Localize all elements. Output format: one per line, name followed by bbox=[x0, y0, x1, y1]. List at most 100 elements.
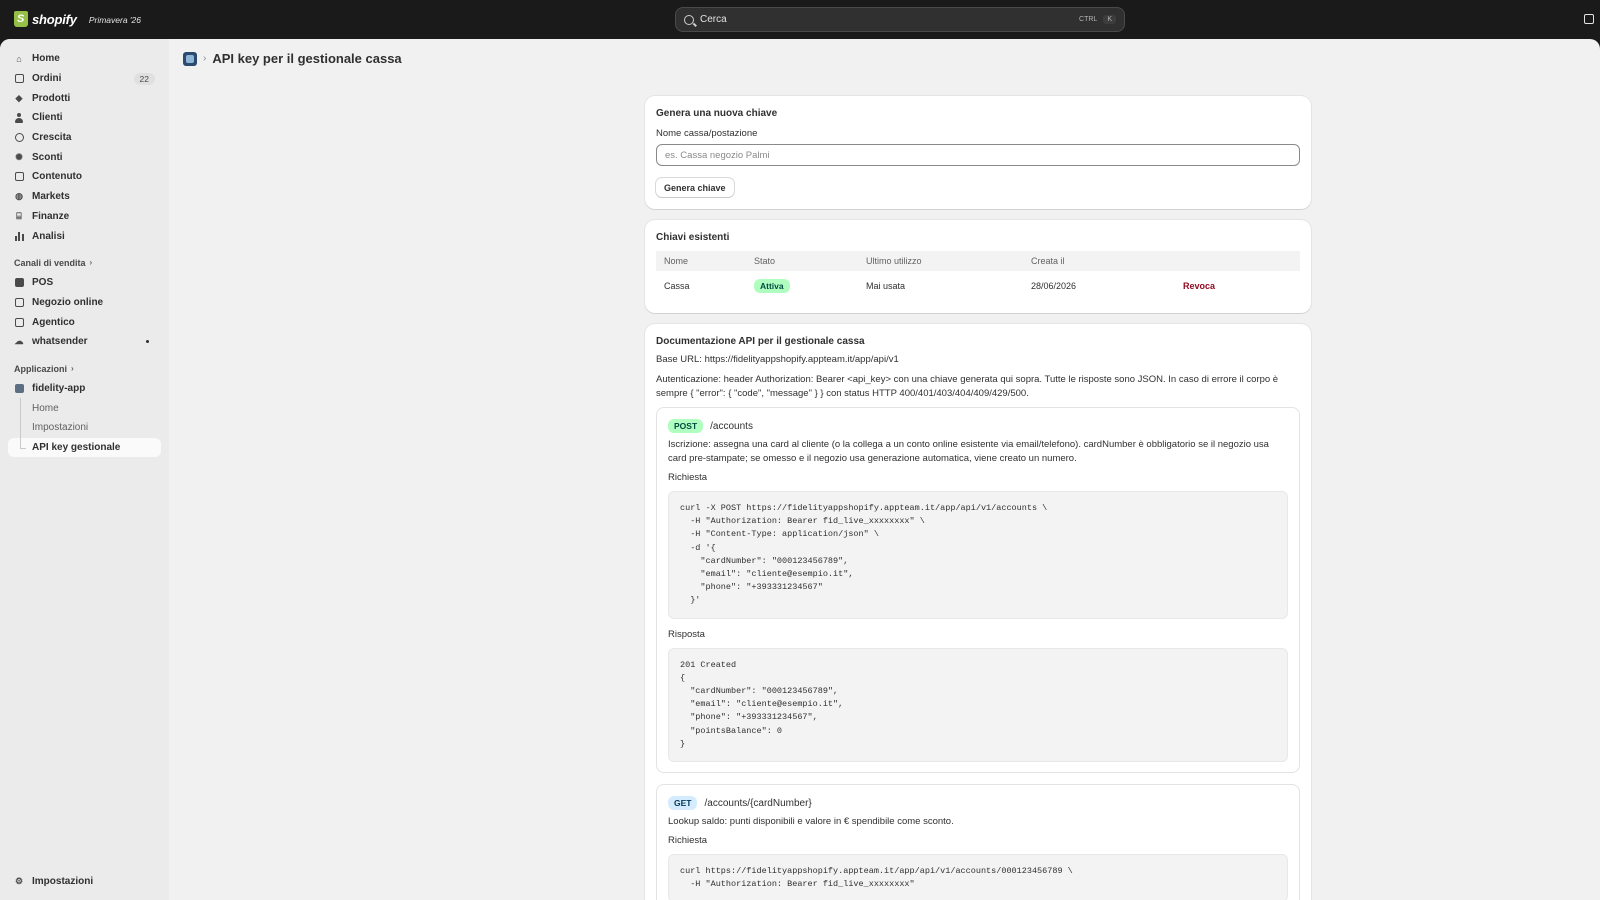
auth-text: Autenticazione: header Authorization: Be… bbox=[656, 374, 1279, 399]
column-header: Stato bbox=[746, 251, 858, 271]
chevron-right-icon: › bbox=[203, 53, 207, 64]
existing-keys-title: Chiavi esistenti bbox=[656, 232, 730, 243]
endpoint-description: Lookup saldo: punti disponibili e valore… bbox=[668, 816, 954, 828]
agentic-icon bbox=[14, 317, 24, 327]
main-content: › API key per il gestionale cassa Genera… bbox=[169, 39, 1600, 900]
table-header-row: Nome Stato Ultimo utilizzo Creata il bbox=[656, 251, 1300, 271]
sidebar-item-settings[interactable]: ⚙ Impostazioni bbox=[0, 871, 169, 891]
app-subitem-api-key[interactable]: API key gestionale bbox=[8, 437, 161, 458]
app-subitem-label: Impostazioni bbox=[32, 422, 89, 434]
sidebar-item-label: Contenuto bbox=[32, 171, 82, 183]
column-header bbox=[1175, 251, 1300, 271]
sidebar-item-label: Agentico bbox=[32, 316, 75, 328]
generate-key-button[interactable]: Genera chiave bbox=[656, 178, 734, 197]
edition-label: Primavera '26 bbox=[88, 14, 141, 25]
sidebar-item-orders[interactable]: Ordini 22 bbox=[0, 69, 169, 89]
key-name: Cassa bbox=[664, 281, 690, 291]
sidebar-item-home[interactable]: ⌂ Home bbox=[0, 49, 169, 69]
whatsender-icon: ☁ bbox=[14, 336, 24, 347]
shopify-bag-icon bbox=[14, 11, 28, 27]
sidebar-item-customers[interactable]: Clienti bbox=[0, 108, 169, 128]
app-subitem-label: Home bbox=[32, 402, 59, 414]
page-title: API key per il gestionale cassa bbox=[212, 51, 402, 66]
sidebar: ⌂ Home Ordini 22 ◆ Prodotti Clienti Cres… bbox=[0, 39, 169, 900]
content-icon bbox=[14, 172, 24, 182]
sidebar-item-analytics[interactable]: Analisi bbox=[0, 226, 169, 246]
top-bar: shopify Primavera '26 CTRL K bbox=[0, 0, 1600, 39]
new-key-title: Genera una nuova chiave bbox=[656, 108, 778, 119]
api-docs-title: Documentazione API per il gestionale cas… bbox=[656, 336, 865, 347]
app-subitem-settings[interactable]: Impostazioni bbox=[0, 418, 169, 438]
page-header: › API key per il gestionale cassa bbox=[183, 51, 402, 66]
endpoint-path: /accounts/{cardNumber} bbox=[704, 797, 812, 809]
storefront-icon bbox=[14, 297, 24, 307]
request-code-block[interactable]: curl https://fidelityappshopify.appteam.… bbox=[668, 854, 1288, 900]
person-icon bbox=[14, 112, 24, 123]
column-header: Nome bbox=[656, 251, 746, 271]
sidebar-item-label: whatsender bbox=[32, 336, 88, 348]
key-created: 28/06/2026 bbox=[1031, 281, 1077, 291]
shortcut-k: K bbox=[1103, 15, 1116, 24]
table-row: Cassa Attiva Mai usata 28/06/2026 Revoca bbox=[656, 271, 1300, 301]
sidebar-item-label: POS bbox=[32, 277, 54, 289]
store-icon[interactable] bbox=[1584, 14, 1594, 24]
chevron-right-icon: › bbox=[71, 364, 74, 374]
shortcut-ctrl: CTRL bbox=[1079, 16, 1098, 23]
request-label: Richiesta bbox=[668, 835, 708, 847]
sidebar-item-growth[interactable]: Crescita bbox=[0, 128, 169, 148]
register-name-label: Nome cassa/postazione bbox=[656, 128, 758, 139]
keys-table: Nome Stato Ultimo utilizzo Creata il Cas… bbox=[656, 251, 1300, 301]
orders-icon bbox=[14, 74, 24, 84]
globe-icon: ◍ bbox=[15, 191, 23, 202]
sidebar-item-label: Finanze bbox=[32, 210, 70, 222]
register-name-input[interactable] bbox=[656, 144, 1300, 166]
logo-text: shopify bbox=[32, 11, 77, 27]
status-badge: Attiva bbox=[754, 279, 790, 293]
shopify-logo[interactable]: shopify Primavera '26 bbox=[14, 11, 141, 27]
sidebar-item-pos[interactable]: POS bbox=[0, 273, 169, 293]
bar-chart-icon bbox=[14, 231, 24, 241]
home-icon: ⌂ bbox=[16, 53, 22, 64]
app-icon bbox=[14, 383, 24, 393]
sidebar-item-agentic[interactable]: Agentico bbox=[0, 312, 169, 332]
sidebar-item-label: Prodotti bbox=[32, 92, 71, 104]
sidebar-item-label: Analisi bbox=[32, 230, 65, 242]
sales-channels-heading[interactable]: Canali di vendita › bbox=[0, 253, 169, 273]
sidebar-item-fidelity-app[interactable]: fidelity-app bbox=[0, 379, 169, 399]
sidebar-item-content[interactable]: Contenuto bbox=[0, 167, 169, 187]
sidebar-item-whatsender[interactable]: ☁ whatsender bbox=[0, 332, 169, 352]
apps-label: Applicazioni bbox=[14, 363, 68, 374]
sidebar-item-markets[interactable]: ◍ Markets bbox=[0, 187, 169, 207]
app-logo-icon[interactable] bbox=[183, 51, 197, 66]
request-code-block[interactable]: curl -X POST https://fidelityappshopify.… bbox=[668, 491, 1288, 619]
sidebar-item-label: Negozio online bbox=[32, 296, 104, 308]
sidebar-item-label: Ordini bbox=[32, 73, 62, 85]
sidebar-item-label: Clienti bbox=[32, 112, 63, 124]
endpoint-description: Iscrizione: assegna una card al cliente … bbox=[668, 439, 1269, 464]
app-subitem-home[interactable]: Home bbox=[0, 398, 169, 418]
search-bar[interactable]: CTRL K bbox=[675, 7, 1125, 32]
sidebar-item-label: Markets bbox=[32, 191, 70, 203]
sidebar-item-online-store[interactable]: Negozio online bbox=[0, 293, 169, 313]
revoke-button[interactable]: Revoca bbox=[1183, 281, 1215, 291]
response-label: Risposta bbox=[668, 628, 705, 640]
request-label: Richiesta bbox=[668, 472, 708, 483]
sidebar-item-finance[interactable]: ⌸ Finanze bbox=[0, 207, 169, 227]
sidebar-item-label: fidelity-app bbox=[32, 382, 86, 394]
sidebar-item-label: Home bbox=[32, 53, 60, 65]
unread-dot-icon bbox=[146, 340, 149, 344]
column-header: Ultimo utilizzo bbox=[858, 251, 1023, 271]
column-header: Creata il bbox=[1023, 251, 1175, 271]
apps-heading[interactable]: Applicazioni › bbox=[0, 359, 169, 379]
gauge-icon bbox=[14, 133, 24, 143]
response-code-block[interactable]: 201 Created { "cardNumber": "00012345678… bbox=[668, 647, 1288, 763]
search-input[interactable] bbox=[700, 14, 1074, 25]
sidebar-item-label: Sconti bbox=[32, 151, 63, 163]
existing-keys-card: Chiavi esistenti Nome Stato Ultimo utili… bbox=[645, 220, 1311, 313]
sidebar-item-label: Crescita bbox=[32, 132, 72, 144]
api-docs-card: Documentazione API per il gestionale cas… bbox=[645, 324, 1311, 900]
sidebar-item-label: Impostazioni bbox=[32, 875, 94, 887]
sidebar-item-discounts[interactable]: ✺ Sconti bbox=[0, 147, 169, 167]
endpoint-path: /accounts bbox=[710, 420, 753, 432]
sidebar-item-products[interactable]: ◆ Prodotti bbox=[0, 88, 169, 108]
